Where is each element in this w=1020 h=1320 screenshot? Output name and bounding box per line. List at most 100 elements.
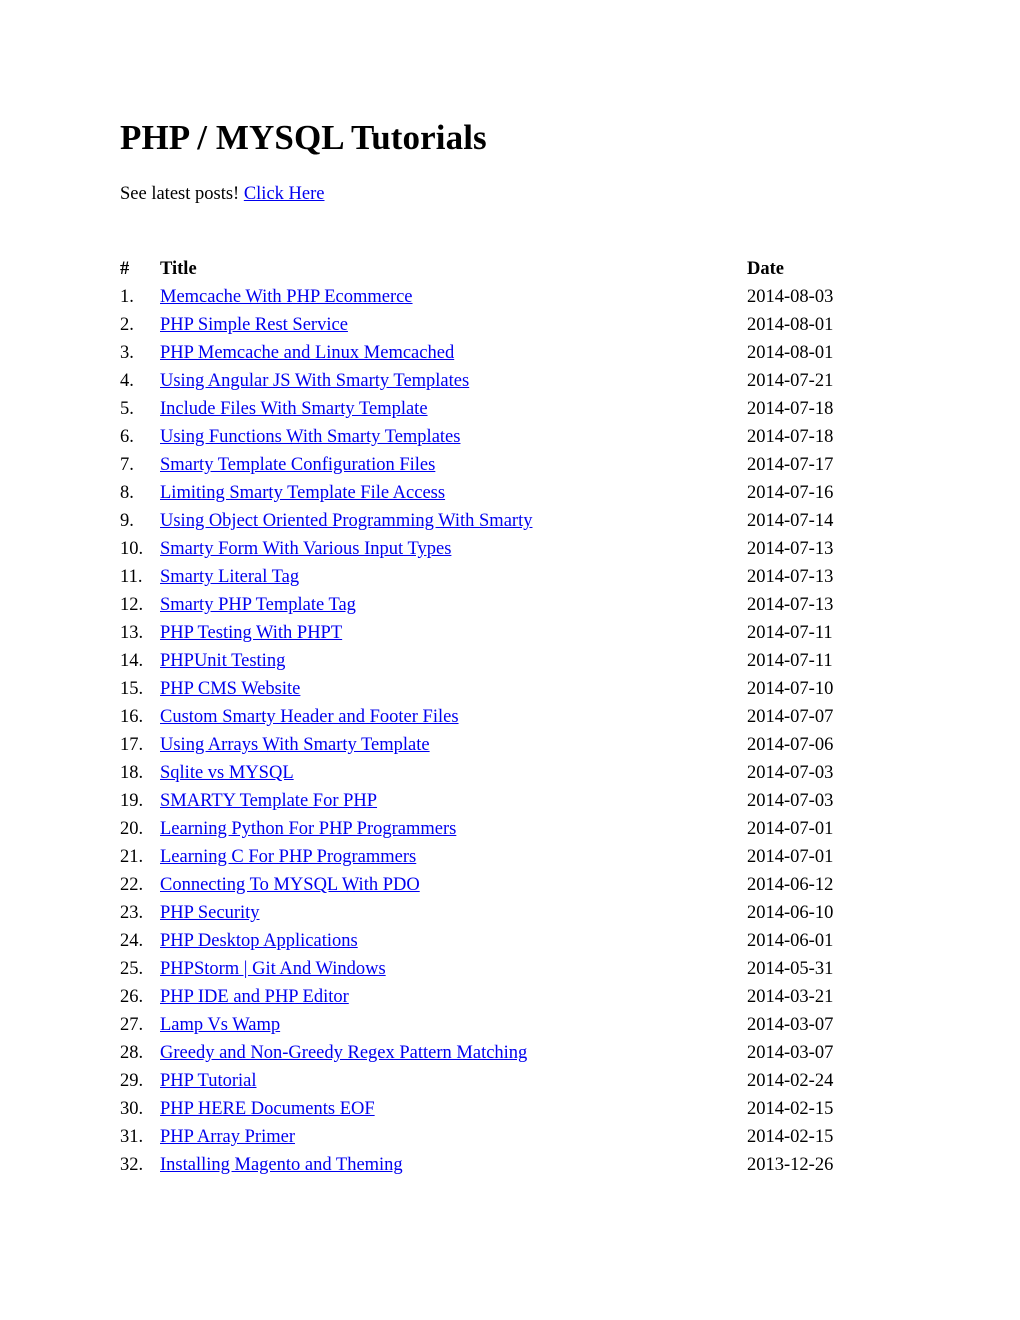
row-number: 17.	[120, 735, 144, 755]
row-date: 2013-12-26	[747, 1155, 834, 1175]
tutorial-link[interactable]: Smarty PHP Template Tag	[160, 595, 356, 615]
table-row: 6. Using Functions With Smarty Templates 2…	[120, 423, 887, 451]
table-row: 24. PHP Desktop Applications 2014-06-01	[120, 927, 887, 955]
row-title-cell: Using Object Oriented Programming With S…	[160, 507, 747, 535]
row-number: 5.	[120, 399, 134, 419]
row-title-cell: Connecting To MYSQL With PDO	[160, 871, 747, 899]
row-title-cell: SMARTY Template For PHP	[160, 787, 747, 815]
table-row: 16. Custom Smarty Header and Footer Files…	[120, 703, 887, 731]
tutorial-link[interactable]: PHP Memcache and Linux Memcached	[160, 343, 454, 363]
tutorial-link[interactable]: PHP Simple Rest Service	[160, 315, 348, 335]
row-date: 2014-08-01	[747, 315, 834, 335]
tutorial-link[interactable]: PHPUnit Testing	[160, 651, 285, 671]
row-title-cell: Learning Python For PHP Programmers	[160, 815, 747, 843]
tutorial-link[interactable]: PHP CMS Website	[160, 679, 300, 699]
tutorial-link[interactable]: Using Angular JS With Smarty Templates	[160, 371, 469, 391]
table-row: 17. Using Arrays With Smarty Template 2014…	[120, 731, 887, 759]
table-row: 28. Greedy and Non-Greedy Regex Pattern M…	[120, 1039, 887, 1067]
row-title-cell: PHP Testing With PHPT	[160, 619, 747, 647]
table-row: 2. PHP Simple Rest Service 2014-08-01	[120, 311, 887, 339]
row-number: 29.	[120, 1071, 144, 1091]
tutorial-link[interactable]: Memcache With PHP Ecommerce	[160, 287, 413, 307]
row-number: 19.	[120, 791, 144, 811]
table-row: 13. PHP Testing With PHPT 2014-07-11	[120, 619, 887, 647]
table-row: 7. Smarty Template Configuration Files 201…	[120, 451, 887, 479]
column-header-date: Date	[747, 259, 784, 279]
latest-posts-line: See latest posts! Click Here	[120, 183, 1020, 205]
tutorial-link[interactable]: Using Object Oriented Programming With S…	[160, 511, 532, 531]
row-date: 2014-07-06	[747, 735, 834, 755]
row-date: 2014-07-13	[747, 567, 834, 587]
tutorial-link[interactable]: Lamp Vs Wamp	[160, 1015, 280, 1035]
row-title-cell: PHPUnit Testing	[160, 647, 747, 675]
row-title-cell: Installing Magento and Theming	[160, 1151, 747, 1179]
tutorial-link[interactable]: SMARTY Template For PHP	[160, 791, 377, 811]
tutorial-link[interactable]: Smarty Template Configuration Files	[160, 455, 435, 475]
tutorial-link[interactable]: PHP Tutorial	[160, 1071, 256, 1091]
row-date: 2014-07-16	[747, 483, 834, 503]
row-title-cell: Sqlite vs MYSQL	[160, 759, 747, 787]
row-number: 4.	[120, 371, 134, 391]
row-date: 2014-05-31	[747, 959, 834, 979]
row-number: 1.	[120, 287, 134, 307]
tutorial-link[interactable]: Custom Smarty Header and Footer Files	[160, 707, 459, 727]
tutorial-link[interactable]: Smarty Form With Various Input Types	[160, 539, 451, 559]
row-title-cell: PHP Tutorial	[160, 1067, 747, 1095]
row-date: 2014-07-18	[747, 399, 834, 419]
table-row: 20. Learning Python For PHP Programmers 20…	[120, 815, 887, 843]
row-date: 2014-02-15	[747, 1099, 834, 1119]
row-date: 2014-07-21	[747, 371, 834, 391]
tutorial-link[interactable]: Sqlite vs MYSQL	[160, 763, 294, 783]
row-number: 20.	[120, 819, 144, 839]
row-title-cell: PHPStorm | Git And Windows	[160, 955, 747, 983]
row-number: 24.	[120, 931, 144, 951]
row-date: 2014-03-21	[747, 987, 834, 1007]
table-row: 4. Using Angular JS With Smarty Templates…	[120, 367, 887, 395]
tutorial-link[interactable]: Include Files With Smarty Template	[160, 399, 428, 419]
row-title-cell: PHP Security	[160, 899, 747, 927]
tutorial-link[interactable]: Learning Python For PHP Programmers	[160, 819, 456, 839]
row-number: 22.	[120, 875, 144, 895]
tutorial-link[interactable]: PHPStorm | Git And Windows	[160, 959, 386, 979]
tutorial-link[interactable]: PHP Security	[160, 903, 260, 923]
tutorial-link[interactable]: Using Arrays With Smarty Template	[160, 735, 430, 755]
tutorials-table: # Title Date 1. Memcache With PHP Ecommer…	[120, 255, 887, 1179]
tutorial-link[interactable]: PHP IDE and PHP Editor	[160, 987, 349, 1007]
table-row: 5. Include Files With Smarty Template 2014…	[120, 395, 887, 423]
tutorial-link[interactable]: PHP Desktop Applications	[160, 931, 358, 951]
page-root: PHP / MYSQL Tutorials See latest posts! …	[0, 0, 1020, 1320]
row-number: 32.	[120, 1155, 144, 1175]
table-row: 27. Lamp Vs Wamp 2014-03-07	[120, 1011, 887, 1039]
click-here-link[interactable]: Click Here	[244, 184, 325, 204]
table-row: 22. Connecting To MYSQL With PDO 2014-06-1…	[120, 871, 887, 899]
row-number: 16.	[120, 707, 144, 727]
table-row: 3. PHP Memcache and Linux Memcached 2014-0…	[120, 339, 887, 367]
tutorial-link[interactable]: Smarty Literal Tag	[160, 567, 299, 587]
table-row: 21. Learning C For PHP Programmers 2014-07…	[120, 843, 887, 871]
table-row: 31. PHP Array Primer 2014-02-15	[120, 1123, 887, 1151]
row-date: 2014-07-10	[747, 679, 834, 699]
row-title-cell: Custom Smarty Header and Footer Files	[160, 703, 747, 731]
row-date: 2014-07-01	[747, 819, 834, 839]
row-title-cell: PHP CMS Website	[160, 675, 747, 703]
tutorial-link[interactable]: PHP HERE Documents EOF	[160, 1099, 375, 1119]
row-title-cell: Include Files With Smarty Template	[160, 395, 747, 423]
row-title-cell: Learning C For PHP Programmers	[160, 843, 747, 871]
row-date: 2014-06-12	[747, 875, 834, 895]
tutorial-link[interactable]: Using Functions With Smarty Templates	[160, 427, 460, 447]
row-title-cell: Memcache With PHP Ecommerce	[160, 283, 747, 311]
row-number: 23.	[120, 903, 144, 923]
row-date: 2014-08-03	[747, 287, 834, 307]
table-row: 1. Memcache With PHP Ecommerce 2014-08-03	[120, 283, 887, 311]
tutorial-link[interactable]: Limiting Smarty Template File Access	[160, 483, 445, 503]
tutorial-link[interactable]: Learning C For PHP Programmers	[160, 847, 416, 867]
tutorial-link[interactable]: Installing Magento and Theming	[160, 1155, 403, 1175]
tutorial-link[interactable]: Connecting To MYSQL With PDO	[160, 875, 420, 895]
tutorial-link[interactable]: Greedy and Non-Greedy Regex Pattern Matc…	[160, 1043, 527, 1063]
row-number: 18.	[120, 763, 144, 783]
tutorial-link[interactable]: PHP Testing With PHPT	[160, 623, 342, 643]
row-title-cell: Smarty Literal Tag	[160, 563, 747, 591]
tutorial-link[interactable]: PHP Array Primer	[160, 1127, 295, 1147]
column-header-number: #	[120, 259, 130, 279]
table-row: 29. PHP Tutorial 2014-02-24	[120, 1067, 887, 1095]
